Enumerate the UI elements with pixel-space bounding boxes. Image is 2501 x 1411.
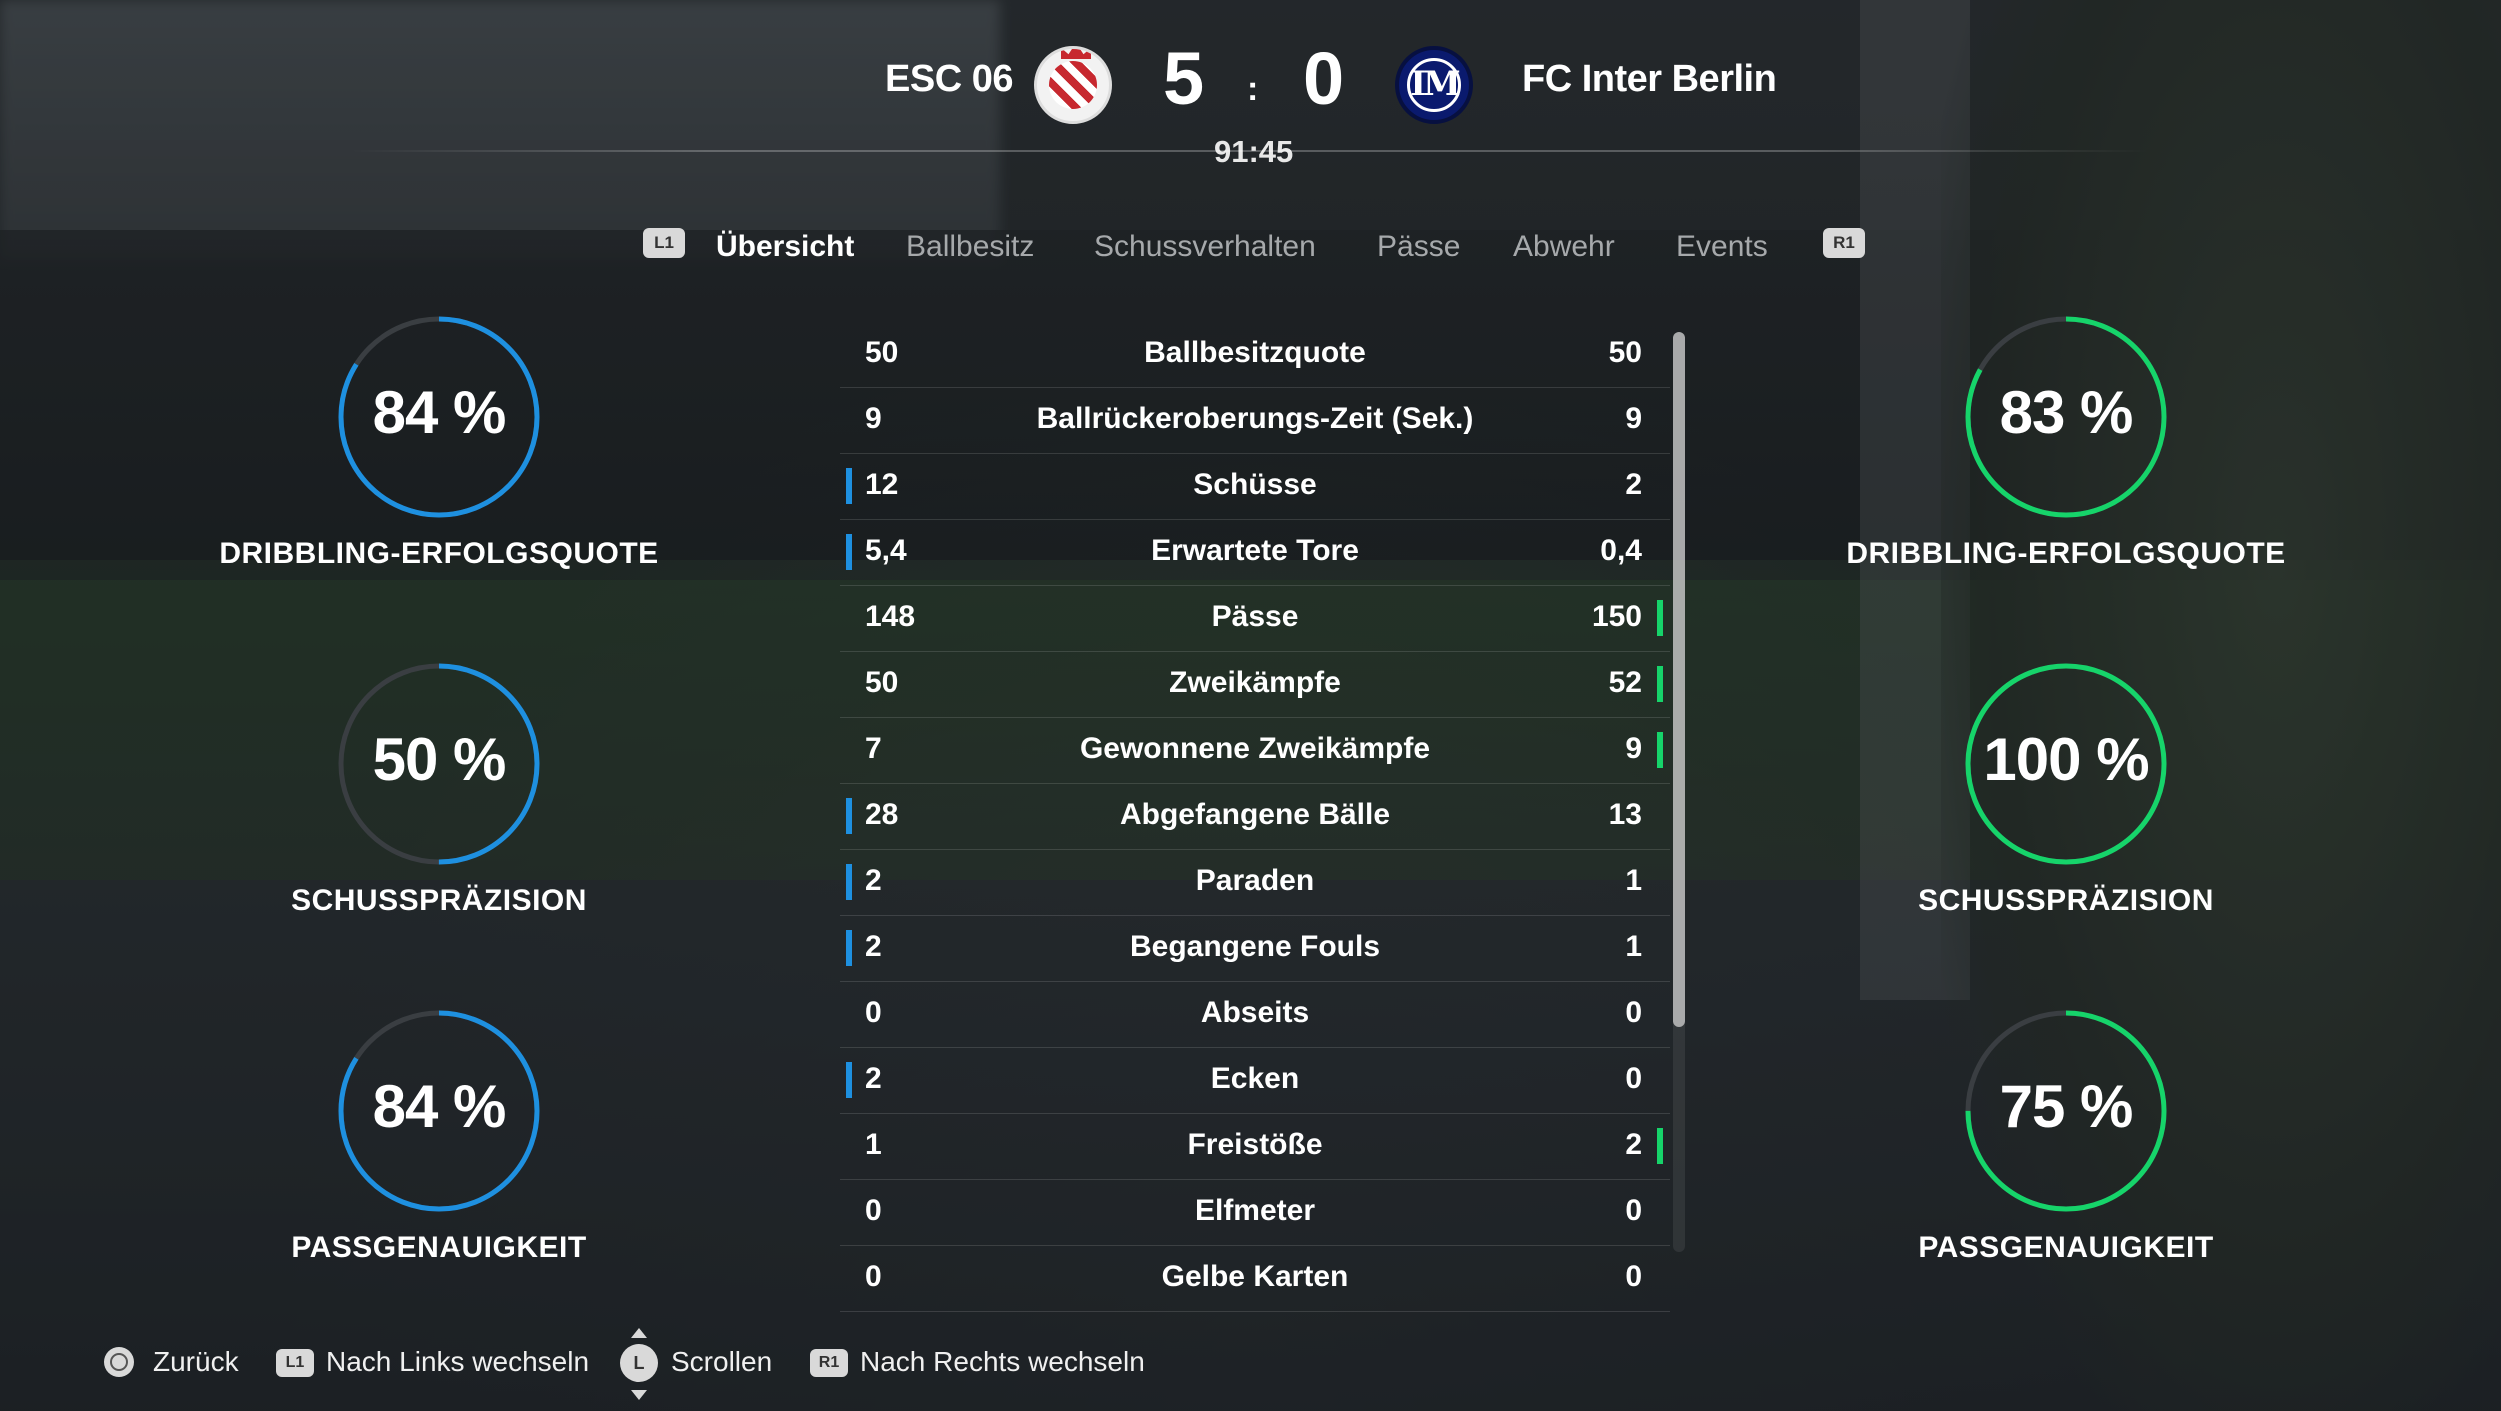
away-dribbling-ring: 83 % [1963,314,2169,520]
away-team-name: FC Inter Berlin [1522,58,1777,100]
home-team-name: ESC 06 [885,58,1013,100]
esc06-crest-icon [1034,46,1112,124]
ring-label: PASSGENAUIGKEIT [291,1231,587,1264]
r1-button-icon[interactable]: R1 [810,1349,848,1377]
stat-row: 12 Schüsse 2 [840,454,1670,520]
away-pass-accuracy-ring: 75 % [1963,1008,2169,1214]
home-pass-accuracy-ring: 84 % [336,1008,542,1214]
stat-label: Begangene Fouls [1129,930,1381,963]
away-stat-value: 2 [1625,468,1642,501]
stat-row: 1 Freistöße 2 [840,1114,1670,1180]
stats-scrollbar[interactable] [1673,332,1685,1252]
match-clock: 91:45 [1214,134,1294,169]
ring-percent: 75 % [1999,1073,2134,1140]
header-divider [350,150,2150,152]
ring-percent: 84 % [372,1073,507,1140]
scroll-hint-label[interactable]: Scrollen [671,1346,772,1378]
stat-label: Abgefangene Bälle [1119,798,1391,831]
away-stat-value: 0 [1625,996,1642,1029]
stat-label: Gewonnene Zweikämpfe [1079,732,1431,765]
stat-label: Ballrückeroberungs-Zeit (Sek.) [1036,402,1474,435]
away-stat-value: 0,4 [1600,534,1642,567]
r1-next-tab-button[interactable]: R1 [1823,228,1865,258]
stat-label: Pässe [1211,600,1299,633]
stat-row: 9 Ballrückeroberungs-Zeit (Sek.) 9 [840,388,1670,454]
stat-row: 7 Gewonnene Zweikämpfe 9 [840,718,1670,784]
away-stat-value: 9 [1625,402,1642,435]
l1-prev-tab-button[interactable]: L1 [643,228,685,258]
scroll-up-arrow-icon [631,1328,647,1338]
back-hint-label[interactable]: Zurück [153,1346,239,1378]
away-stat-value: 1 [1625,864,1642,897]
stat-label: Erwartete Tore [1151,534,1359,567]
ring-percent: 83 % [1999,379,2134,446]
away-stat-value: 0 [1625,1194,1642,1227]
tab-paesse[interactable]: Pässe [1377,230,1460,264]
tab-schussverhalten[interactable]: Schussverhalten [1094,230,1316,264]
stat-row: 5,4 Erwartete Tore 0,4 [840,520,1670,586]
stat-row: 0 Abseits 0 [840,982,1670,1048]
tab-uebersicht[interactable]: Übersicht [716,230,854,264]
ring-label: SCHUSSPRÄZISION [291,884,587,917]
ring-percent: 84 % [372,379,507,446]
away-stat-value: 150 [1591,600,1642,633]
home-dribbling-ring: 84 % [336,314,542,520]
ring-label: PASSGENAUIGKEIT [1918,1231,2214,1264]
away-lead-bar [1657,732,1663,768]
away-stat-value: 0 [1625,1062,1642,1095]
away-stat-value: 52 [1608,666,1642,699]
away-stat-value: 0 [1625,1260,1642,1293]
away-stat-value: 13 [1608,798,1642,831]
stat-label: Zweikämpfe [1169,666,1341,699]
ring-percent: 50 % [372,726,507,793]
stat-row: 2 Paraden 1 [840,850,1670,916]
away-stat-value: 50 [1608,336,1642,369]
ring-label: DRIBBLING-ERFOLGSQUOTE [219,537,659,570]
home-shot-accuracy-ring: 50 % [336,661,542,867]
stat-row: 0 Gelbe Karten 0 [840,1246,1670,1312]
left-stick-icon[interactable]: L [620,1344,658,1382]
scrollbar-thumb[interactable] [1673,332,1685,1027]
stat-row: 28 Abgefangene Bälle 13 [840,784,1670,850]
inter-crest-icon: IM [1395,46,1473,124]
away-lead-bar [1657,1128,1663,1164]
stat-row: 50 Zweikämpfe 52 [840,652,1670,718]
tab-abwehr[interactable]: Abwehr [1513,230,1615,264]
away-stat-value: 9 [1625,732,1642,765]
stat-label: Gelbe Karten [1161,1260,1349,1293]
switch-right-hint-label[interactable]: Nach Rechts wechseln [860,1346,1145,1378]
away-shot-accuracy-ring: 100 % [1963,661,2169,867]
stat-label: Freistöße [1187,1128,1323,1161]
stat-row: 2 Ecken 0 [840,1048,1670,1114]
ring-label: SCHUSSPRÄZISION [1918,884,2214,917]
away-score: 0 [1303,37,1345,120]
inter-crest-monogram: IM [1410,64,1461,104]
stat-label: Ecken [1210,1062,1300,1095]
away-lead-bar [1657,666,1663,702]
stat-label: Elfmeter [1194,1194,1316,1227]
l1-button-icon[interactable]: L1 [276,1349,314,1377]
home-score: 5 [1163,37,1205,120]
stat-row: 148 Pässe 150 [840,586,1670,652]
stat-row: 2 Begangene Fouls 1 [840,916,1670,982]
away-lead-bar [1657,600,1663,636]
away-stat-value: 1 [1625,930,1642,963]
ring-percent: 100 % [1983,726,2149,793]
circle-button-icon[interactable] [104,1347,134,1377]
tab-ballbesitz[interactable]: Ballbesitz [906,230,1034,264]
stat-label: Abseits [1200,996,1310,1029]
stat-row: 0 Elfmeter 0 [840,1180,1670,1246]
away-stat-value: 2 [1625,1128,1642,1161]
stat-row: 50 Ballbesitzquote 50 [840,322,1670,388]
score-separator: : [1247,70,1259,108]
switch-left-hint-label[interactable]: Nach Links wechseln [326,1346,589,1378]
stat-label: Paraden [1195,864,1315,897]
ring-label: DRIBBLING-ERFOLGSQUOTE [1846,537,2286,570]
stat-label: Schüsse [1193,468,1317,501]
scroll-down-arrow-icon [631,1390,647,1400]
stat-label: Ballbesitzquote [1144,336,1366,369]
tab-events[interactable]: Events [1676,230,1768,264]
stats-table[interactable]: 50 Ballbesitzquote 50 9 Ballrückeroberungs-Z… [840,322,1670,1312]
